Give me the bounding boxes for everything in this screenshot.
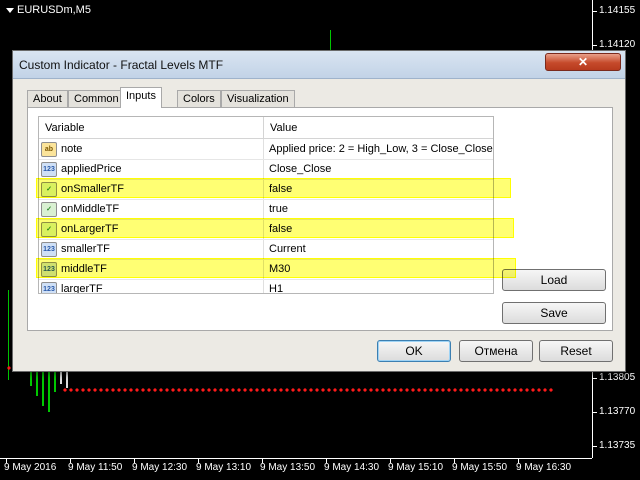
time-axis[interactable]: 9 May 2016 9 May 11:50 9 May 12:30 9 May…	[0, 458, 592, 480]
price-label: 1.14120	[599, 39, 636, 50]
variable-value[interactable]: H1	[269, 283, 283, 293]
variable-name: onMiddleTF	[61, 203, 120, 215]
time-label: 9 May 13:10	[196, 462, 252, 473]
candle	[30, 372, 32, 386]
chart-title-text: EURUSDm,M5	[17, 4, 91, 16]
price-tick	[592, 378, 597, 379]
variable-value[interactable]: Close_Close	[269, 163, 331, 175]
fractal-level-dots	[62, 388, 554, 392]
time-label: 9 May 15:50	[452, 462, 508, 473]
time-label: 9 May 14:30	[324, 462, 380, 473]
integer-type-icon: 123	[41, 242, 57, 257]
price-tick	[592, 446, 597, 447]
save-button[interactable]: Save	[502, 302, 606, 324]
price-tick	[592, 45, 597, 46]
dropdown-arrow-icon	[6, 7, 14, 13]
candle	[66, 372, 68, 388]
reset-button[interactable]: Reset	[539, 340, 613, 362]
column-header-variable[interactable]: Variable	[39, 117, 263, 139]
candle	[60, 372, 62, 384]
table-row[interactable]: 123 largerTF H1	[39, 280, 493, 294]
price-tick	[592, 412, 597, 413]
tab-colors[interactable]: Colors	[177, 90, 221, 108]
tab-visualization[interactable]: Visualization	[221, 90, 295, 108]
table-header: Variable Value	[39, 117, 493, 139]
tab-inputs[interactable]: Inputs	[120, 87, 162, 108]
candle	[54, 372, 56, 392]
dialog-titlebar[interactable]: Custom Indicator - Fractal Levels MTF ✕	[13, 51, 625, 79]
price-label: 1.13805	[599, 372, 636, 383]
table-row[interactable]: ✓ onMiddleTF true	[39, 200, 493, 220]
integer-type-icon: 123	[41, 162, 57, 177]
tab-about[interactable]: About	[27, 90, 68, 108]
price-label: 1.13735	[599, 440, 636, 451]
time-label: 9 May 15:10	[388, 462, 444, 473]
variable-name: appliedPrice	[61, 163, 122, 175]
row-highlight	[36, 178, 511, 198]
price-tick	[592, 11, 597, 12]
time-label: 9 May 12:30	[132, 462, 188, 473]
integer-type-icon: 123	[41, 282, 57, 293]
variable-name: largerTF	[61, 283, 103, 294]
price-label: 1.13770	[599, 406, 636, 417]
time-label: 9 May 13:50	[260, 462, 316, 473]
time-label: 9 May 16:30	[516, 462, 572, 473]
time-label: 9 May 2016	[4, 462, 57, 473]
tab-common[interactable]: Common	[68, 90, 125, 108]
cancel-button[interactable]: Отмена	[459, 340, 533, 362]
table-row[interactable]: ab note Applied price: 2 = High_Low, 3 = C…	[39, 140, 493, 160]
row-highlight	[36, 258, 516, 278]
variable-value[interactable]: true	[269, 203, 288, 215]
indicator-properties-dialog: Custom Indicator - Fractal Levels MTF ✕ …	[12, 50, 626, 372]
dialog-title: Custom Indicator - Fractal Levels MTF	[19, 58, 224, 72]
price-label: 1.14155	[599, 5, 636, 16]
column-header-value[interactable]: Value	[263, 117, 493, 139]
row-highlight	[36, 218, 514, 238]
chart-symbol-title: EURUSDm,M5	[6, 4, 91, 16]
variable-name: smallerTF	[61, 243, 110, 255]
variable-value[interactable]: Applied price: 2 = High_Low, 3 = Close_C…	[269, 143, 493, 155]
close-button[interactable]: ✕	[545, 53, 621, 71]
table-row[interactable]: 123 appliedPrice Close_Close	[39, 160, 493, 180]
variable-name: note	[61, 143, 83, 155]
ok-button[interactable]: OK	[377, 340, 451, 362]
time-label: 9 May 11:50	[68, 462, 123, 473]
boolean-type-icon: ✓	[41, 202, 57, 217]
candle	[330, 30, 331, 50]
candle	[36, 372, 38, 396]
variable-value[interactable]: Current	[269, 243, 306, 255]
string-type-icon: ab	[41, 142, 57, 157]
candle	[42, 372, 44, 406]
load-button[interactable]: Load	[502, 269, 606, 291]
candle	[48, 372, 50, 412]
table-row[interactable]: 123 smallerTF Current	[39, 240, 493, 260]
close-icon: ✕	[577, 55, 589, 69]
